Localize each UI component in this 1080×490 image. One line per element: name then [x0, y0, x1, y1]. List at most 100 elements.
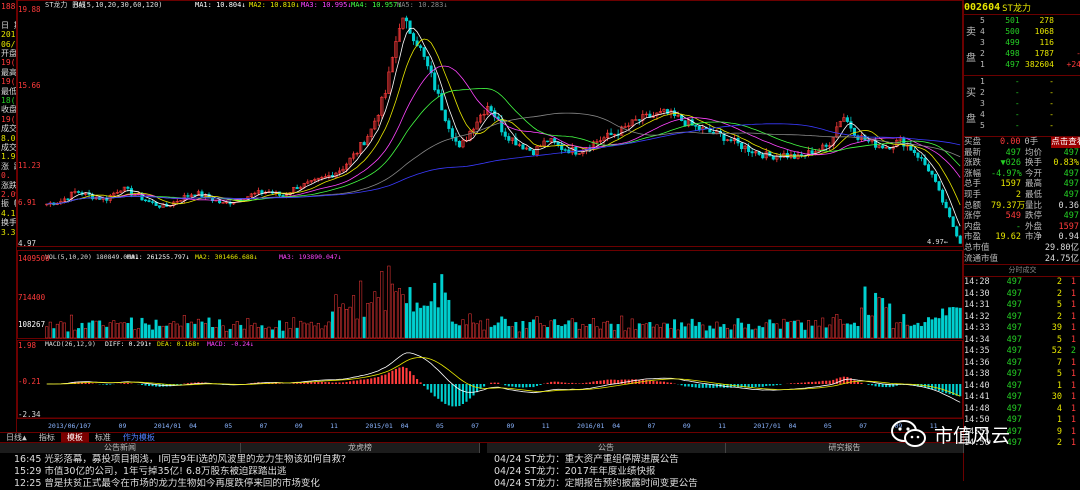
news-header-left[interactable]: 公告新闻 [0, 443, 241, 453]
tick-row[interactable]: 14:30 497 2 1 [964, 289, 1080, 301]
news-time: 04/24 [494, 478, 522, 489]
tick-row[interactable]: 14:35 497 52 2 [964, 346, 1080, 358]
volume-bar [479, 320, 483, 339]
macd-legend: MACD(26,12,9) [45, 340, 96, 348]
ask-level-row[interactable]: 1 497 382604 +24 [964, 59, 1080, 70]
tick-row[interactable]: 14:41 497 30 1 [964, 392, 1080, 404]
tick-d: 2 [1070, 346, 1076, 357]
news-item[interactable]: 04/24 ST龙力：重大资产重组停牌进展公告 [494, 454, 934, 466]
volume-bar [937, 318, 941, 339]
volume-bar [419, 307, 423, 339]
volume-bar [119, 322, 123, 339]
chart-area[interactable]: ST龙力 日线 MA(5,10,20,30,60,120) MA1: 10.804↓… [17, 0, 963, 432]
candle-body [609, 132, 613, 136]
volume-bar [599, 328, 602, 339]
tick-row[interactable]: 14:28 497 2 1 [964, 277, 1080, 289]
tick-row[interactable]: 14:31 497 5 1 [964, 300, 1080, 312]
tick-d: 1 [1070, 380, 1076, 391]
x-axis-label: 09 [295, 422, 303, 430]
ask-side-label: 盘 [966, 53, 976, 64]
x-axis-label: 2016/01 [577, 422, 604, 430]
volume-bar [447, 299, 451, 339]
chart-header-ma2: MA2: 10.810↓ [249, 1, 300, 9]
candle-body [362, 142, 366, 146]
tick-row[interactable]: 14:32 497 2 1 [964, 312, 1080, 324]
bid-level-row[interactable]: 2 - - [964, 87, 1080, 98]
volume-bar [366, 303, 370, 339]
news-item[interactable]: 12:25 曾是扶贫正式最令在市场的龙力生物如今再度跌停来回的市场变化 [14, 478, 484, 490]
news-item[interactable]: 04/24 ST龙力：2017年年度业绩快报 [494, 466, 934, 478]
volume-bar [267, 326, 271, 339]
volume-bar [905, 324, 909, 339]
tick-row[interactable]: 14:36 497 7 1 [964, 358, 1080, 370]
candle-body [457, 141, 461, 148]
bid-chg [1054, 98, 1080, 109]
news-title: ST龙力：定期报告预约披露时间变更公告 [524, 478, 698, 489]
bid-level-row[interactable]: 5 - - [964, 120, 1080, 131]
volume-bar [228, 328, 232, 339]
tick-row[interactable]: 14:40 497 1 1 [964, 381, 1080, 393]
stat-value: 79.37万 [991, 200, 1026, 211]
volume-bar [782, 318, 786, 339]
volume-bar [274, 327, 278, 339]
volume-bar [584, 326, 588, 339]
x-axis-label: 07 [648, 422, 656, 430]
chart-svg[interactable]: ST龙力 日线MA(5,10,20,30,60,120) MA1: 10.804↓… [17, 0, 963, 432]
bid-level-row[interactable]: 3 - - [964, 98, 1080, 109]
bid-level-row[interactable]: 4 - - [964, 109, 1080, 120]
price-annotation: 4.97← [927, 238, 948, 246]
volume-bar [609, 323, 613, 339]
tick-row[interactable]: 14:33 497 39 1 [964, 323, 1080, 335]
volume-bar [574, 322, 578, 339]
stat-key: 买盘 [964, 137, 982, 147]
stat-key: 今开 [1025, 168, 1043, 179]
volume-bar [359, 280, 363, 339]
volume-bar [373, 291, 377, 339]
news-item[interactable]: 04/24 ST龙力：定期报告预约披露时间变更公告 [494, 478, 934, 490]
tick-row[interactable]: 14:38 497 5 1 [964, 369, 1080, 381]
candle-body [923, 157, 927, 165]
volume-bar [606, 320, 610, 339]
volume-bar [828, 324, 832, 339]
news-header-announce[interactable]: 公告 [487, 443, 726, 453]
volume-bar [567, 320, 571, 339]
volume-bar [443, 292, 447, 339]
ask-level-row[interactable]: 2 498 1787- [964, 48, 1080, 59]
volume-bar [165, 325, 169, 339]
wechat-icon [891, 420, 926, 447]
volume-bar [644, 323, 648, 339]
volume-bar [352, 295, 356, 339]
news-item[interactable]: 15:29 市值30亿的公司，1年亏掉35亿! 6.8万股东被迫踩踏出逃 [14, 466, 484, 478]
candle-body [200, 191, 204, 198]
volume-bar [792, 320, 796, 339]
candle-body [158, 205, 162, 208]
volume-bar [637, 323, 641, 339]
tick-q: 4 [1056, 403, 1062, 414]
bid-book: 买盘 1 - - 2 - - 3 - - 4 - - 5 - - [964, 75, 1080, 136]
ask-level-row[interactable]: 3 499 116 [964, 37, 1080, 48]
ask-lvl: 3 [980, 38, 985, 47]
volume-bar [422, 305, 426, 339]
volume-bar [249, 325, 253, 339]
volume-bar [450, 321, 454, 339]
volume-bar [253, 322, 257, 339]
volume-bar [214, 327, 218, 339]
stat-value: 29.80亿 [1044, 242, 1079, 253]
tick-row[interactable]: 14:34 497 5 1 [964, 335, 1080, 347]
bid-level-row[interactable]: 1 - - [964, 76, 1080, 87]
volume-bar [48, 321, 52, 339]
bid-price: - [1014, 88, 1020, 97]
bid-vol: - [1049, 121, 1054, 130]
tick-row[interactable]: 14:48 497 4 1 [964, 404, 1080, 416]
ask-level-row[interactable]: 4 500 1068 [964, 26, 1080, 37]
ask-level-row[interactable]: 5 501 278 [964, 15, 1080, 26]
news-header-dragon[interactable]: 龙虎榜 [241, 443, 480, 453]
candle-body [799, 154, 804, 156]
price-axis-label: 6.91 [18, 198, 36, 207]
volume-bar [690, 318, 694, 339]
view-button[interactable]: 点击查看 [1051, 137, 1080, 148]
news-item[interactable]: 16:45 光彩落幕，募投项目搁浅，I同吉9年I选的风波里的龙力生物该如何自救? [14, 454, 484, 466]
ask-vol: 382604 [1025, 60, 1054, 69]
bar-info-item: 日 期 [1, 20, 16, 30]
candle-body [546, 140, 550, 143]
